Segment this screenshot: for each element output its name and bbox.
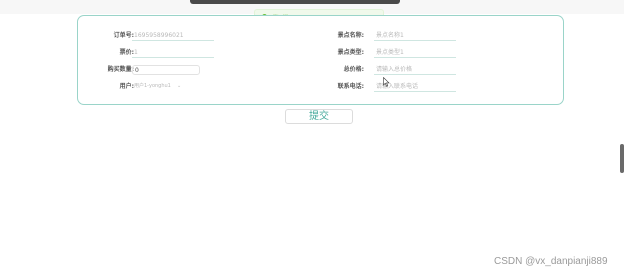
chevron-down-icon: ⌄ — [177, 83, 182, 89]
csdn-watermark: CSDN @vx_danpianji889 — [494, 256, 608, 267]
scenic-name-placeholder: 景点名称1 — [376, 32, 404, 39]
scenic-type-label: 景点类型: — [337, 49, 364, 56]
ticket-price-label: 票价: — [119, 49, 134, 56]
user-label: 用户: — [119, 83, 134, 90]
scenic-type-input[interactable]: 景点类型1 — [374, 48, 456, 58]
order-form: 订单号: 1695958996021 票价: 1 购买数量: 0 用户: 用户1… — [77, 15, 564, 105]
scenic-name-label: 景点名称: — [337, 32, 364, 39]
order-number-input[interactable]: 1695958996021 — [132, 31, 214, 41]
submit-button[interactable]: 提交 — [285, 109, 353, 124]
contact-phone-label: 联系电话: — [337, 83, 364, 90]
order-number-label: 订单号: — [113, 32, 134, 39]
quantity-label: 购买数量: — [107, 66, 134, 73]
ticket-price-input[interactable]: 1 — [132, 48, 214, 58]
scrollbar-thumb[interactable] — [620, 144, 624, 173]
quantity-input[interactable]: 0 — [132, 65, 200, 75]
scenic-name-input[interactable]: 景点名称1 — [374, 31, 456, 41]
top-dark-bar — [190, 0, 400, 4]
total-price-label: 总价格: — [343, 66, 364, 73]
scenic-type-placeholder: 景点类型1 — [376, 49, 404, 56]
total-price-placeholder: 请输入总价格 — [376, 66, 413, 73]
total-price-input[interactable]: 请输入总价格 — [374, 65, 456, 75]
mouse-cursor-icon — [383, 77, 390, 87]
